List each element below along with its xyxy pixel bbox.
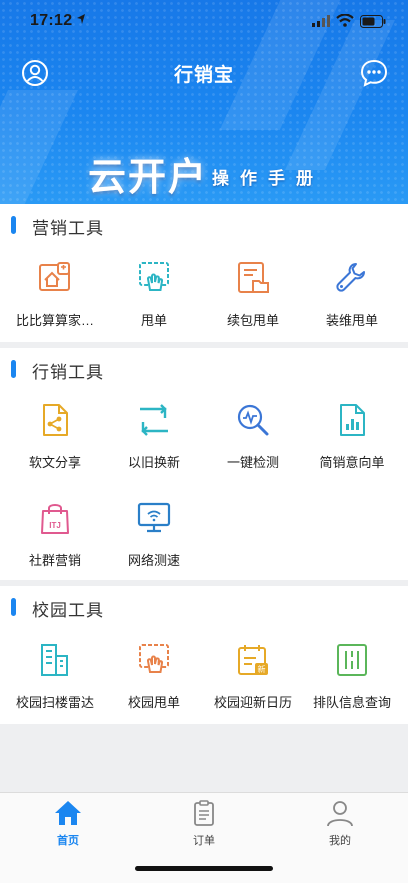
tab-label: 订单: [193, 835, 215, 847]
touch-share-icon: [139, 644, 169, 673]
tab-orders[interactable]: 订单: [136, 799, 272, 849]
monitor-wifi-icon: [137, 502, 171, 533]
wrench-icon: [336, 263, 365, 292]
tool-item[interactable]: 以旧换新: [103, 402, 205, 492]
message-icon[interactable]: [360, 59, 388, 87]
tab-profile[interactable]: 我的: [272, 799, 408, 849]
svg-text:新: 新: [258, 664, 266, 674]
tool-label: 比比算算家…: [15, 313, 94, 328]
tool-item[interactable]: 新 校园迎新日历: [202, 642, 304, 732]
house-calculator-icon: [39, 262, 70, 291]
section-accent-bar: [11, 598, 16, 616]
tool-label: 一键检测: [226, 455, 279, 470]
tool-label: 以旧换新: [127, 455, 180, 470]
tool-item[interactable]: 甩单: [103, 260, 205, 350]
section-title: 营销工具: [32, 219, 104, 238]
signal-icon: [312, 15, 330, 27]
tool-item[interactable]: 比比算算家…: [4, 260, 106, 350]
magnifier-pulse-icon: [237, 404, 269, 436]
tab-label: 我的: [329, 835, 351, 847]
home-indicator: [135, 866, 273, 871]
tool-label: 网络测速: [127, 553, 180, 568]
tool-label: 校园迎新日历: [213, 695, 292, 710]
tool-label: 续包甩单: [226, 313, 279, 328]
document-folder-icon: [238, 262, 269, 293]
building-radar-icon: [41, 644, 68, 676]
tool-label: 校园甩单: [127, 695, 180, 710]
home-icon: [55, 801, 81, 825]
section-header: 校园工具: [0, 586, 408, 626]
section-campus-tools: 校园工具 校园扫楼雷达 校园甩单 新 校园迎新日历 排队信息查询: [0, 586, 408, 724]
shopping-bag-icon: ITJ: [41, 504, 69, 534]
tool-item[interactable]: 排队信息查询: [301, 642, 403, 732]
section-sales-tools: 行销工具 软文分享 以旧换新 一键检测 简销意向单 ITJ 社群营销 网络测速: [0, 348, 408, 580]
tab-home[interactable]: 首页: [0, 799, 136, 849]
section-accent-bar: [11, 216, 16, 234]
tool-item[interactable]: 软文分享: [4, 402, 106, 492]
status-time: 17:12: [30, 12, 73, 29]
section-title: 行销工具: [32, 363, 104, 382]
tool-item[interactable]: 简销意向单: [301, 402, 403, 492]
tool-label: 软文分享: [28, 455, 81, 470]
tool-item[interactable]: ITJ 社群营销: [4, 500, 106, 590]
touch-share-icon: [139, 262, 169, 291]
exchange-icon: [140, 404, 168, 436]
tab-label: 首页: [57, 835, 79, 847]
page-title: 行销宝: [173, 65, 234, 86]
section-header: 营销工具: [0, 204, 408, 244]
chart-document-icon: [340, 404, 365, 436]
calendar-new-icon: 新: [238, 645, 268, 675]
nav-bar: 行销宝: [0, 52, 408, 96]
tool-item[interactable]: 装维甩单: [301, 260, 403, 350]
tool-item[interactable]: 一键检测: [202, 402, 304, 492]
section-header: 行销工具: [0, 348, 408, 388]
wifi-icon: [336, 14, 354, 27]
tool-label: 社群营销: [28, 553, 81, 568]
tool-label: 甩单: [140, 313, 167, 328]
banner-sub-text: 操作手册: [212, 169, 324, 188]
tool-label: 简销意向单: [319, 455, 385, 470]
clipboard-icon: [194, 800, 214, 826]
tool-item[interactable]: 网络测速: [103, 500, 205, 590]
tool-label: 排队信息查询: [312, 695, 391, 710]
share-document-icon: [43, 404, 68, 436]
tool-label: 装维甩单: [325, 313, 378, 328]
tool-item[interactable]: 校园扫楼雷达: [4, 642, 106, 732]
queue-info-icon: [337, 644, 367, 676]
section-marketing-tools: 营销工具 比比算算家… 甩单 续包甩单 装维甩单: [0, 204, 408, 342]
battery-icon: [360, 15, 386, 28]
svg-text:ITJ: ITJ: [49, 521, 61, 530]
tool-label: 校园扫楼雷达: [15, 695, 94, 710]
status-bar: 17:12: [0, 0, 408, 44]
location-arrow-icon: [77, 14, 85, 24]
tool-item[interactable]: 续包甩单: [202, 260, 304, 350]
tool-item[interactable]: 校园甩单: [103, 642, 205, 732]
banner-main-text: 云开户: [88, 157, 209, 199]
section-title: 校园工具: [32, 601, 104, 620]
person-icon: [327, 801, 353, 827]
section-accent-bar: [11, 360, 16, 378]
